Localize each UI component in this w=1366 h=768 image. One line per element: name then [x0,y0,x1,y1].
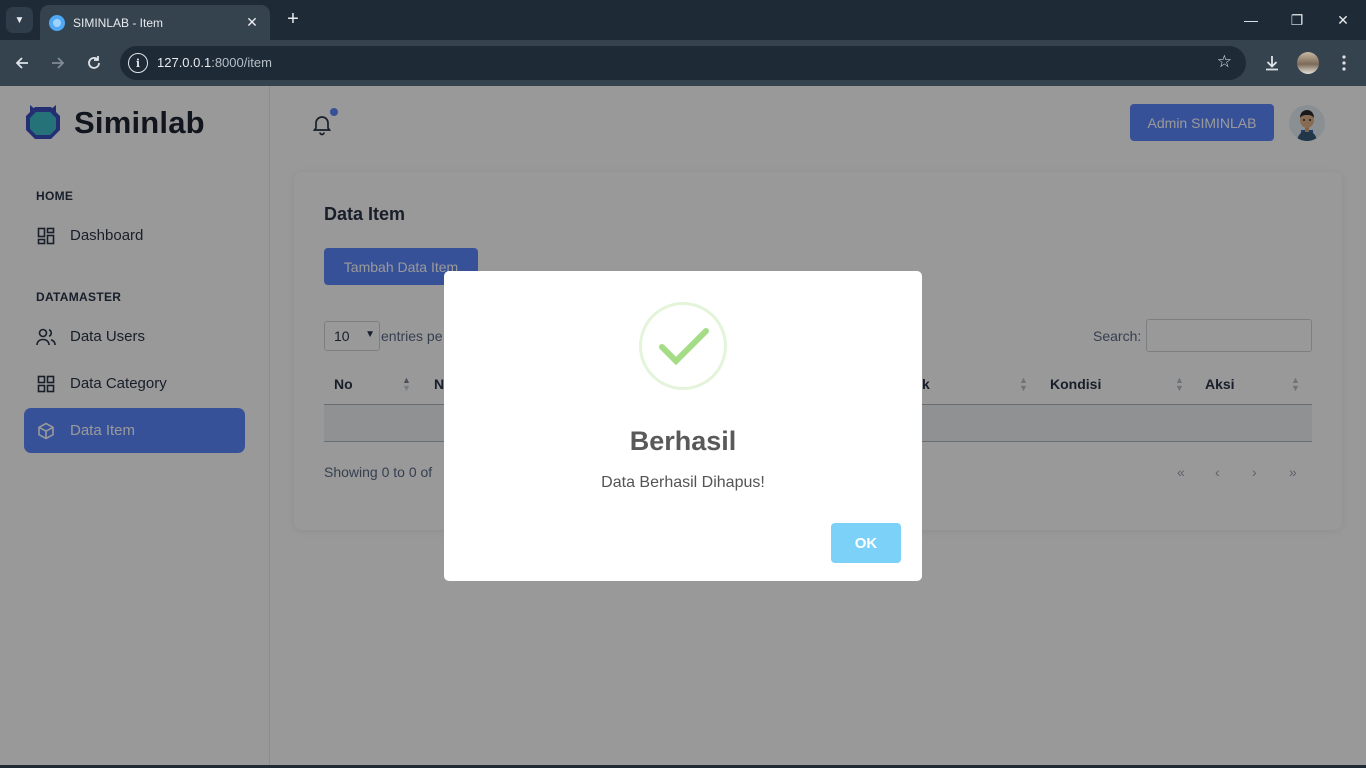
kebab-menu-icon[interactable] [1330,49,1358,77]
browser-tab[interactable]: SIMINLAB - Item ✕ [40,5,270,40]
site-info-icon[interactable]: i [128,53,148,73]
forward-arrow-icon[interactable] [44,49,72,77]
success-check-icon [659,328,709,366]
address-bar[interactable]: i 127.0.0.1:8000/item ☆ [120,46,1246,80]
success-dialog: Berhasil Data Berhasil Dihapus! OK [444,271,922,581]
dialog-message: Data Berhasil Dihapus! [601,474,765,491]
new-tab-button[interactable]: + [281,8,305,32]
browser-toolbar: i 127.0.0.1:8000/item ☆ [0,40,1366,86]
tab-title: SIMINLAB - Item [73,15,164,30]
browser-tab-strip: ▼ SIMINLAB - Item ✕ + — ❐ ✕ [0,0,1366,40]
tab-favicon-icon [49,14,65,31]
window-restore-button[interactable]: ❐ [1274,5,1320,35]
bookmark-star-icon[interactable]: ☆ [1217,52,1232,72]
back-arrow-icon[interactable] [8,49,36,77]
tab-search-chevron-icon[interactable]: ▼ [6,7,33,33]
tab-close-icon[interactable]: ✕ [244,14,260,31]
window-minimize-button[interactable]: — [1228,5,1274,35]
url-text: 127.0.0.1:8000/item [157,55,272,70]
dialog-title: Berhasil [629,426,737,456]
url-path: :8000/item [211,55,272,70]
url-host: 127.0.0.1 [157,55,212,70]
profile-avatar-icon[interactable] [1294,49,1322,77]
ok-button[interactable]: OK [831,523,901,563]
reload-icon[interactable] [80,49,108,77]
download-icon[interactable] [1258,49,1286,77]
window-close-button[interactable]: ✕ [1320,5,1366,35]
